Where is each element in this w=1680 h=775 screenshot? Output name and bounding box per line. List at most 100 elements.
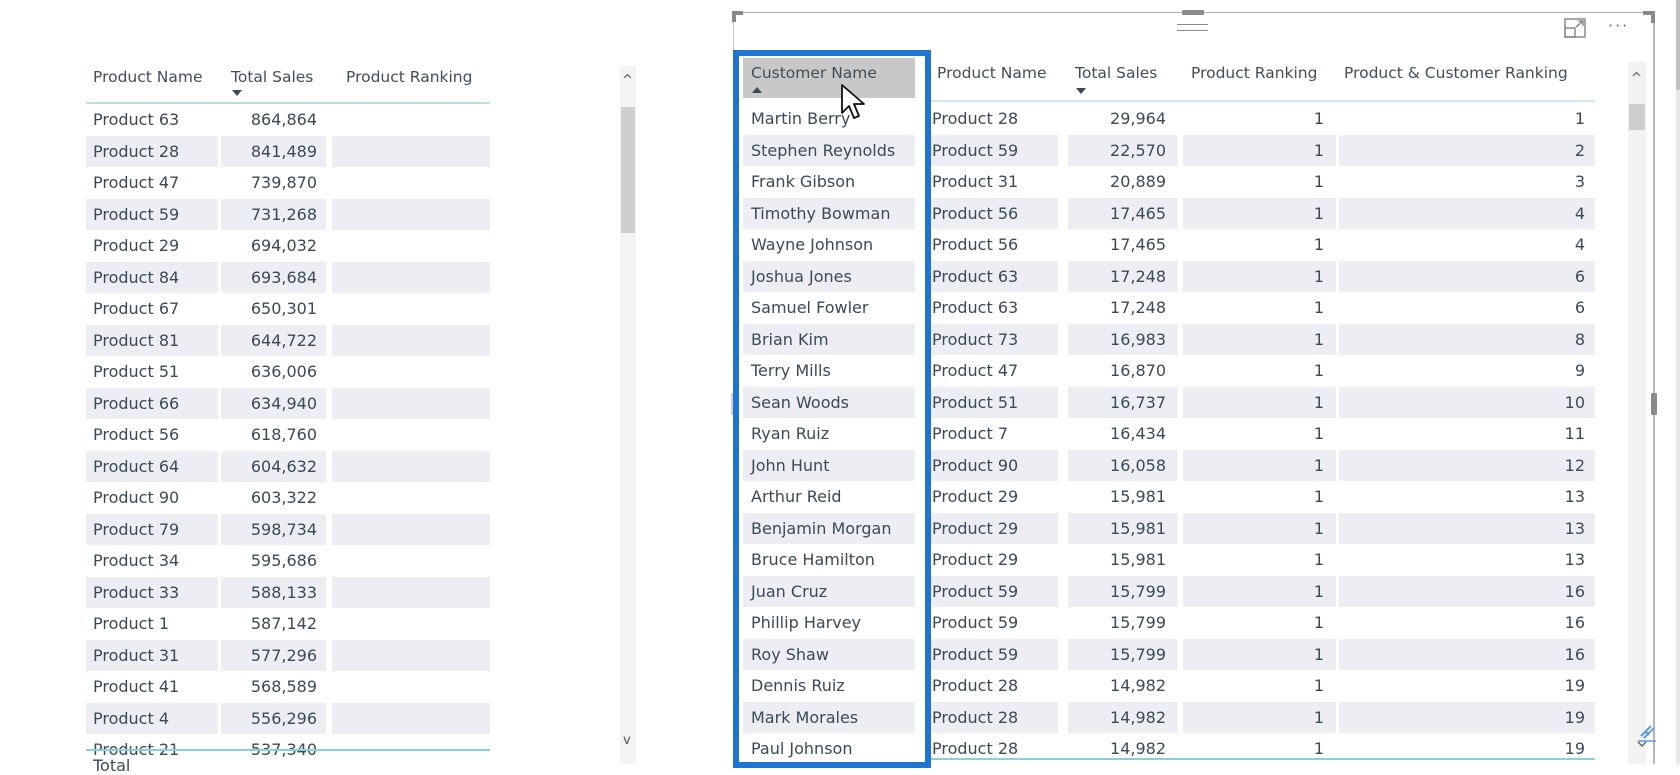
cell-product-ranking: 1 bbox=[1313, 361, 1324, 380]
cell-total-sales: 650,301 bbox=[250, 299, 317, 318]
left-table-scrollbar-thumb[interactable] bbox=[621, 107, 635, 233]
resize-handle-left[interactable] bbox=[731, 393, 735, 415]
focus-mode-icon[interactable] bbox=[1564, 18, 1586, 38]
cell-total-sales: 17,248 bbox=[1068, 260, 1178, 292]
table-row[interactable]: Product 81644,7228 bbox=[86, 324, 490, 356]
header-customer-name[interactable]: Customer Name bbox=[751, 64, 877, 82]
table-row[interactable]: Ryan Ruiz Product 7 16,434 1 11 bbox=[743, 418, 1595, 450]
table-row[interactable]: Product 63 864,864 1 bbox=[86, 104, 490, 136]
cell-product-customer-ranking: 16 bbox=[1339, 638, 1595, 670]
table-row[interactable]: Arthur Reid Product 29 15,981 1 13 bbox=[743, 481, 1595, 513]
table-row[interactable]: Phillip Harvey Product 59 15,799 1 16 bbox=[743, 607, 1595, 639]
cell-total-sales: 16,737 bbox=[1068, 386, 1178, 418]
table-row[interactable]: Product 67 650,301 7 bbox=[86, 293, 490, 325]
table-row[interactable]: Product 56 618,760 11 bbox=[86, 419, 490, 451]
table-row[interactable]: Product 33588,13316 bbox=[86, 576, 490, 608]
sort-ascending-icon bbox=[752, 87, 762, 93]
cell-product-ranking: 11 bbox=[332, 419, 490, 451]
cell-total-sales: 603,322 bbox=[250, 488, 317, 507]
table-row[interactable]: Product 90 603,322 13 bbox=[86, 482, 490, 514]
scroll-up-icon[interactable]: ^ bbox=[622, 74, 633, 87]
table-row[interactable]: Frank Gibson Product 31 20,889 1 3 bbox=[743, 166, 1595, 198]
drag-handle-icon[interactable] bbox=[1177, 24, 1208, 25]
cell-product-name: Product 63 bbox=[93, 110, 180, 129]
cell-product-name: Product 51 bbox=[925, 386, 1058, 418]
table-row[interactable]: Dennis Ruiz Product 28 14,982 1 19 bbox=[743, 670, 1595, 702]
header-product-name[interactable]: Product Name bbox=[937, 64, 1047, 82]
table-row[interactable]: Product 41 568,589 19 bbox=[86, 671, 490, 703]
cell-product-ranking: 1 bbox=[1313, 235, 1324, 254]
format-painter-icon[interactable] bbox=[1635, 722, 1659, 748]
table-row[interactable]: Timothy Bowman Product 56 17,465 1 4 bbox=[743, 197, 1595, 229]
table-row[interactable]: Roy Shaw Product 59 15,799 1 16 bbox=[743, 638, 1595, 670]
table-row[interactable]: Sean Woods Product 51 16,737 1 10 bbox=[743, 386, 1595, 418]
table-row[interactable]: Wayne Johnson Product 56 17,465 1 4 bbox=[743, 229, 1595, 261]
cell-product-name: Product 81 bbox=[86, 324, 218, 356]
table-row[interactable]: Paul Johnson Product 28 14,982 1 19 bbox=[743, 733, 1595, 758]
cell-product-ranking: 1 bbox=[1313, 424, 1324, 443]
cell-product-name: Product 28 bbox=[932, 739, 1019, 758]
table-row[interactable]: John Hunt Product 90 16,058 1 12 bbox=[743, 449, 1595, 481]
table-row[interactable]: Product 4556,29620 bbox=[86, 702, 490, 734]
cell-total-sales: 17,465 bbox=[1068, 197, 1178, 229]
drag-handle-icon-line[interactable] bbox=[1177, 30, 1208, 31]
table-row[interactable]: Product 29 694,032 5 bbox=[86, 230, 490, 262]
table-row[interactable]: Product 31577,29618 bbox=[86, 639, 490, 671]
cell-product-ranking: 3 bbox=[332, 167, 490, 199]
cell-customer-name: Roy Shaw bbox=[743, 638, 915, 670]
header-product-ranking[interactable]: Product Ranking bbox=[1191, 64, 1317, 82]
cell-product-customer-ranking: 2 bbox=[1339, 134, 1595, 166]
canvas-scrollbar[interactable] bbox=[1676, 0, 1680, 764]
right-table-scrollbar[interactable] bbox=[1628, 62, 1646, 764]
cell-total-sales: 595,686 bbox=[250, 551, 317, 570]
cell-product-ranking: 1 bbox=[1183, 575, 1336, 607]
cell-product-name: Product 31 bbox=[932, 172, 1019, 191]
table-row[interactable]: Stephen Reynolds Product 59 22,570 1 2 bbox=[743, 134, 1595, 166]
table-row[interactable]: Product 66634,94010 bbox=[86, 387, 490, 419]
table-row[interactable]: Product 84693,6846 bbox=[86, 261, 490, 293]
table-row[interactable]: Product 79598,73414 bbox=[86, 513, 490, 545]
cell-total-sales: 14,982 bbox=[1110, 676, 1166, 695]
header-product-name[interactable]: Product Name bbox=[93, 68, 203, 86]
header-product-customer-ranking[interactable]: Product & Customer Ranking bbox=[1344, 64, 1568, 82]
header-total-sales[interactable]: Total Sales bbox=[231, 68, 313, 86]
cell-product-customer-ranking: 8 bbox=[1339, 323, 1595, 355]
table-row[interactable]: Martin Berry Product 28 29,964 1 1 bbox=[743, 103, 1595, 135]
cell-product-ranking: 8 bbox=[332, 324, 490, 356]
table-row[interactable]: Product 28841,4892 bbox=[86, 135, 490, 167]
table-row[interactable]: Terry Mills Product 47 16,870 1 9 bbox=[743, 355, 1595, 387]
table-row[interactable]: Bruce Hamilton Product 29 15,981 1 13 bbox=[743, 544, 1595, 576]
table-row[interactable]: Product 21 537,340 21 bbox=[86, 734, 490, 758]
table-row[interactable]: Product 59731,2684 bbox=[86, 198, 490, 230]
right-table-scrollbar-thumb[interactable] bbox=[1629, 104, 1645, 130]
table-row[interactable]: Joshua Jones Product 63 17,248 1 6 bbox=[743, 260, 1595, 292]
header-total-sales[interactable]: Total Sales bbox=[1075, 64, 1157, 82]
table-row[interactable]: Benjamin Morgan Product 29 15,981 1 13 bbox=[743, 512, 1595, 544]
header-product-ranking[interactable]: Product Ranking bbox=[346, 68, 472, 86]
cell-total-sales: 587,142 bbox=[250, 614, 317, 633]
table-row[interactable]: Product 34 595,686 15 bbox=[86, 545, 490, 577]
cell-product-ranking: 21 bbox=[332, 734, 490, 758]
more-options-icon[interactable]: ··· bbox=[1608, 18, 1636, 34]
canvas-scrollbar-thumb[interactable] bbox=[1676, 0, 1680, 90]
cell-total-sales: 17,465 bbox=[1110, 235, 1166, 254]
cell-total-sales: 15,981 bbox=[1110, 550, 1166, 569]
table-row[interactable]: Juan Cruz Product 59 15,799 1 16 bbox=[743, 575, 1595, 607]
cell-product-customer-ranking: 4 bbox=[1339, 197, 1595, 229]
resize-handle-right[interactable] bbox=[1651, 393, 1657, 415]
cell-product-ranking: 5 bbox=[332, 230, 490, 262]
resize-handle-top-left-v[interactable] bbox=[732, 11, 736, 22]
cell-product-ranking: 1 bbox=[1313, 613, 1324, 632]
table-row[interactable]: Product 51 636,006 9 bbox=[86, 356, 490, 388]
scroll-down-icon[interactable]: v bbox=[623, 734, 631, 747]
resize-handle-top-right-v[interactable] bbox=[1651, 11, 1655, 23]
table-row[interactable]: Product 1 587,142 17 bbox=[86, 608, 490, 640]
table-row[interactable]: Samuel Fowler Product 63 17,248 1 6 bbox=[743, 292, 1595, 324]
scroll-up-icon[interactable]: ^ bbox=[1631, 72, 1642, 85]
cell-product-name: Product 28 bbox=[925, 701, 1058, 733]
table-row[interactable]: Brian Kim Product 73 16,983 1 8 bbox=[743, 323, 1595, 355]
table-row[interactable]: Product 47 739,870 3 bbox=[86, 167, 490, 199]
table-row[interactable]: Product 64604,63212 bbox=[86, 450, 490, 482]
resize-handle-top[interactable] bbox=[1182, 10, 1204, 15]
table-row[interactable]: Mark Morales Product 28 14,982 1 19 bbox=[743, 701, 1595, 733]
